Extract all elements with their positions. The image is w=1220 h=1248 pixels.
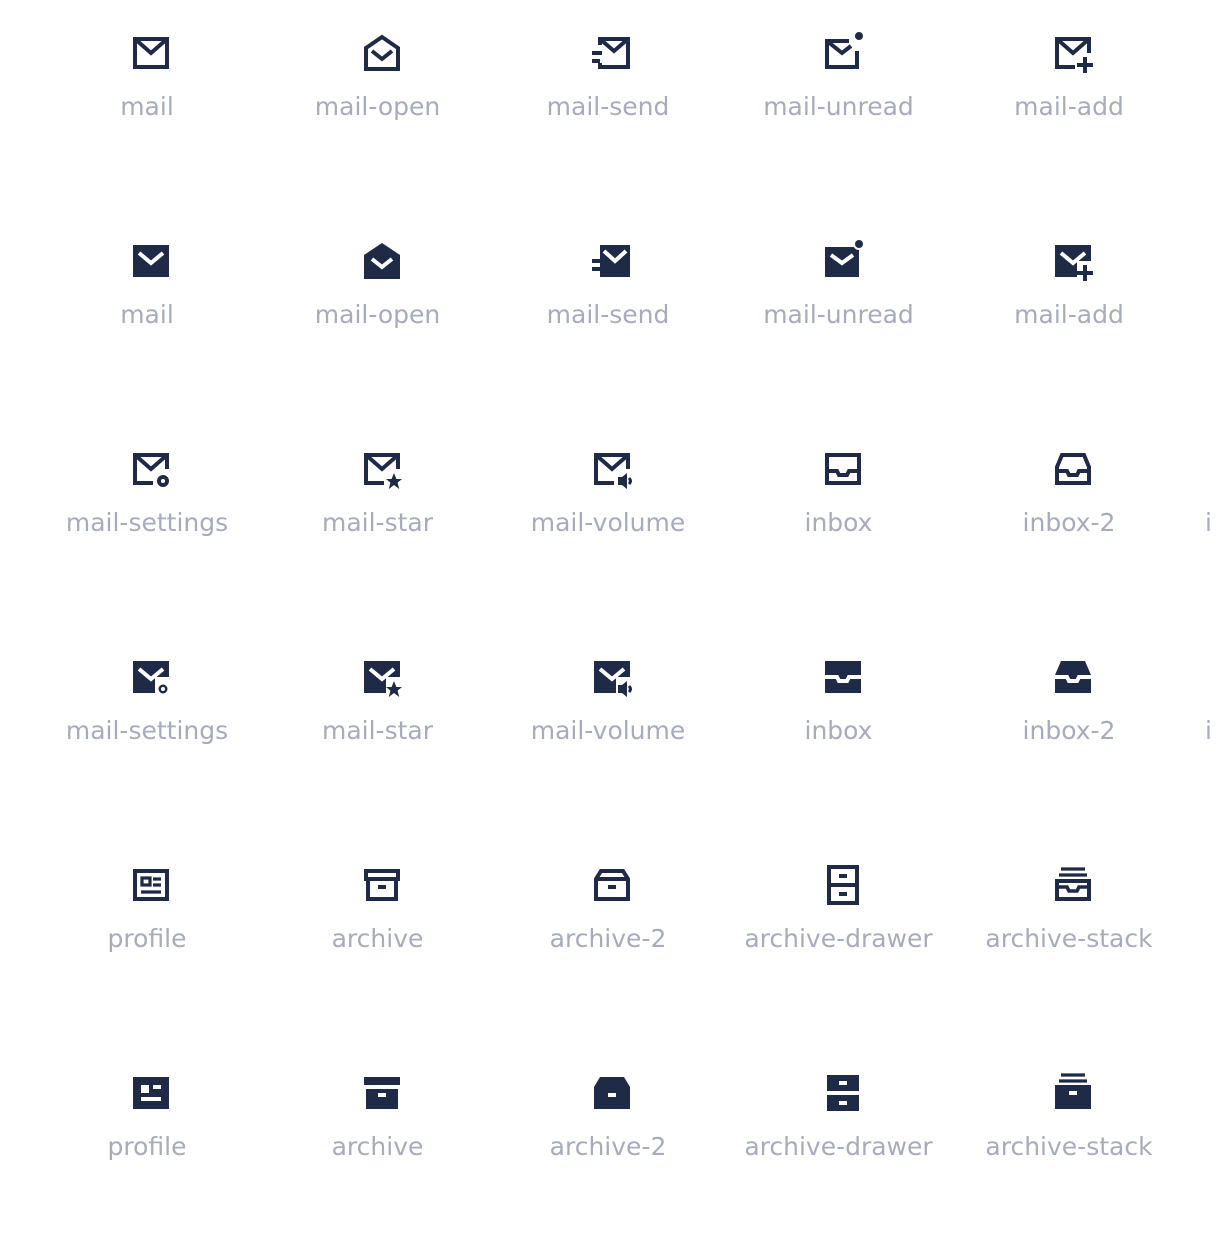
icon-tile-mail-unread[interactable]: mail-unread bbox=[724, 0, 954, 208]
icon-tile-archive-2[interactable]: archive-2 bbox=[493, 1040, 723, 1248]
mail-icon bbox=[133, 245, 169, 277]
icon-tile-archive[interactable]: archive bbox=[263, 832, 493, 1040]
mail-icon bbox=[133, 37, 169, 69]
icon-tile-archive-2[interactable]: archive-2 bbox=[493, 832, 723, 1040]
icon-tile-profile[interactable]: profile bbox=[32, 832, 262, 1040]
icon-tile-mail-send[interactable]: mail-send bbox=[493, 208, 723, 416]
icon-label: mail-send bbox=[546, 92, 670, 121]
mail-send-icon bbox=[592, 245, 630, 277]
icon-label: archive bbox=[331, 924, 424, 953]
mail-volume-icon bbox=[594, 661, 632, 697]
icon-tile-mail-send[interactable]: mail-send bbox=[493, 0, 723, 208]
icon-label: archive-stack bbox=[985, 924, 1153, 953]
icon-label: i bbox=[1205, 508, 1212, 537]
icon-tile-mail-open[interactable]: mail-open bbox=[263, 0, 493, 208]
icon-label: mail bbox=[120, 92, 174, 121]
icon-label: archive-2 bbox=[549, 1132, 667, 1161]
inbox-icon bbox=[824, 453, 861, 485]
icon-tile-mail[interactable]: mail bbox=[32, 0, 262, 208]
icon-label: mail-add bbox=[1014, 92, 1124, 121]
icon-label: inbox-2 bbox=[1022, 508, 1116, 537]
icon-tile-mail-add[interactable]: mail-add bbox=[954, 208, 1184, 416]
inbox-2-icon bbox=[1055, 661, 1091, 693]
icon-grid: mail mail-open mail-send mail-unread mail-ad… bbox=[0, 0, 1220, 1220]
icon-tile-mail-unread[interactable]: mail-unread bbox=[724, 208, 954, 416]
icon-tile-inbox-2[interactable]: inbox-2 bbox=[954, 624, 1184, 832]
archive-drawer-icon bbox=[826, 1075, 859, 1111]
icon-label: mail-unread bbox=[763, 92, 914, 121]
icon-tile-archive-stack[interactable]: archive-stack bbox=[954, 1040, 1184, 1248]
profile-icon bbox=[133, 869, 169, 901]
icon-label: mail-star bbox=[321, 508, 433, 537]
archive-drawer-icon bbox=[826, 865, 859, 905]
icon-label: mail-settings bbox=[65, 716, 229, 745]
icon-tile-inbox[interactable]: inbox bbox=[724, 624, 954, 832]
icon-label: archive-stack bbox=[985, 1132, 1153, 1161]
archive-2-icon bbox=[594, 869, 630, 901]
archive-stack-icon bbox=[1055, 867, 1091, 901]
inbox-2-icon bbox=[1055, 453, 1091, 485]
icon-label: mail-settings bbox=[65, 508, 229, 537]
icon-tile-mail-open[interactable]: mail-open bbox=[263, 208, 493, 416]
mail-add-icon bbox=[1055, 37, 1093, 73]
icon-label: mail-open bbox=[314, 92, 441, 121]
icon-label: archive-drawer bbox=[744, 1132, 933, 1161]
mail-settings-icon bbox=[133, 453, 169, 487]
icon-label: profile bbox=[107, 1132, 187, 1161]
icon-label: mail-volume bbox=[530, 508, 686, 537]
icon-tile-mail[interactable]: mail bbox=[32, 208, 262, 416]
icon-label: archive-2 bbox=[549, 924, 667, 953]
icon-label: mail-star bbox=[321, 716, 433, 745]
icon-label: inbox bbox=[804, 508, 873, 537]
icon-tile-mail-star[interactable]: mail-star bbox=[263, 416, 493, 624]
icon-label: archive bbox=[331, 1132, 424, 1161]
icon-label: mail-open bbox=[314, 300, 441, 329]
icon-tile-archive-stack[interactable]: archive-stack bbox=[954, 832, 1184, 1040]
icon-label: archive-drawer bbox=[744, 924, 933, 953]
icon-tile-archive[interactable]: archive bbox=[263, 1040, 493, 1248]
mail-volume-icon bbox=[594, 453, 632, 489]
icon-label: mail bbox=[120, 300, 174, 329]
icon-label: mail-add bbox=[1014, 300, 1124, 329]
mail-unread-icon bbox=[824, 30, 865, 69]
icon-tile-mail-settings[interactable]: mail-settings bbox=[32, 624, 262, 832]
profile-icon bbox=[133, 1077, 169, 1109]
mail-unread-icon bbox=[824, 238, 865, 277]
icon-label: profile bbox=[107, 924, 187, 953]
mail-open-icon bbox=[363, 34, 400, 71]
mail-star-icon bbox=[363, 453, 402, 489]
archive-icon bbox=[363, 1077, 400, 1109]
mail-open-icon bbox=[363, 243, 400, 279]
icon-tile-archive-drawer[interactable]: archive-drawer bbox=[724, 1040, 954, 1248]
icon-tile-inbox-2[interactable]: inbox-2 bbox=[954, 416, 1184, 624]
archive-stack-icon bbox=[1055, 1073, 1091, 1109]
archive-icon bbox=[363, 869, 400, 901]
icon-label: i bbox=[1205, 716, 1212, 745]
mail-settings-icon bbox=[133, 661, 171, 697]
icon-label: mail-send bbox=[546, 300, 670, 329]
icon-tile-archive-drawer[interactable]: archive-drawer bbox=[724, 832, 954, 1040]
icon-tile-mail-settings[interactable]: mail-settings bbox=[32, 416, 262, 624]
icon-tile-inbox[interactable]: inbox bbox=[724, 416, 954, 624]
icon-tile-mail-add[interactable]: mail-add bbox=[954, 0, 1184, 208]
mail-star-icon bbox=[363, 661, 402, 697]
icon-label: mail-unread bbox=[763, 300, 914, 329]
icon-label: inbox-2 bbox=[1022, 716, 1116, 745]
icon-tile-mail-star[interactable]: mail-star bbox=[263, 624, 493, 832]
mail-send-icon bbox=[592, 37, 630, 69]
icon-label: mail-volume bbox=[530, 716, 686, 745]
inbox-icon bbox=[824, 661, 861, 693]
icon-label: inbox bbox=[804, 716, 873, 745]
icon-tile-mail-volume[interactable]: mail-volume bbox=[493, 416, 723, 624]
archive-2-icon bbox=[594, 1077, 630, 1109]
icon-tile-partial[interactable]: i bbox=[1205, 624, 1220, 832]
icon-tile-profile[interactable]: profile bbox=[32, 1040, 262, 1248]
mail-add-icon bbox=[1055, 245, 1093, 281]
icon-tile-partial[interactable]: i bbox=[1205, 416, 1220, 624]
icon-tile-mail-volume[interactable]: mail-volume bbox=[493, 624, 723, 832]
